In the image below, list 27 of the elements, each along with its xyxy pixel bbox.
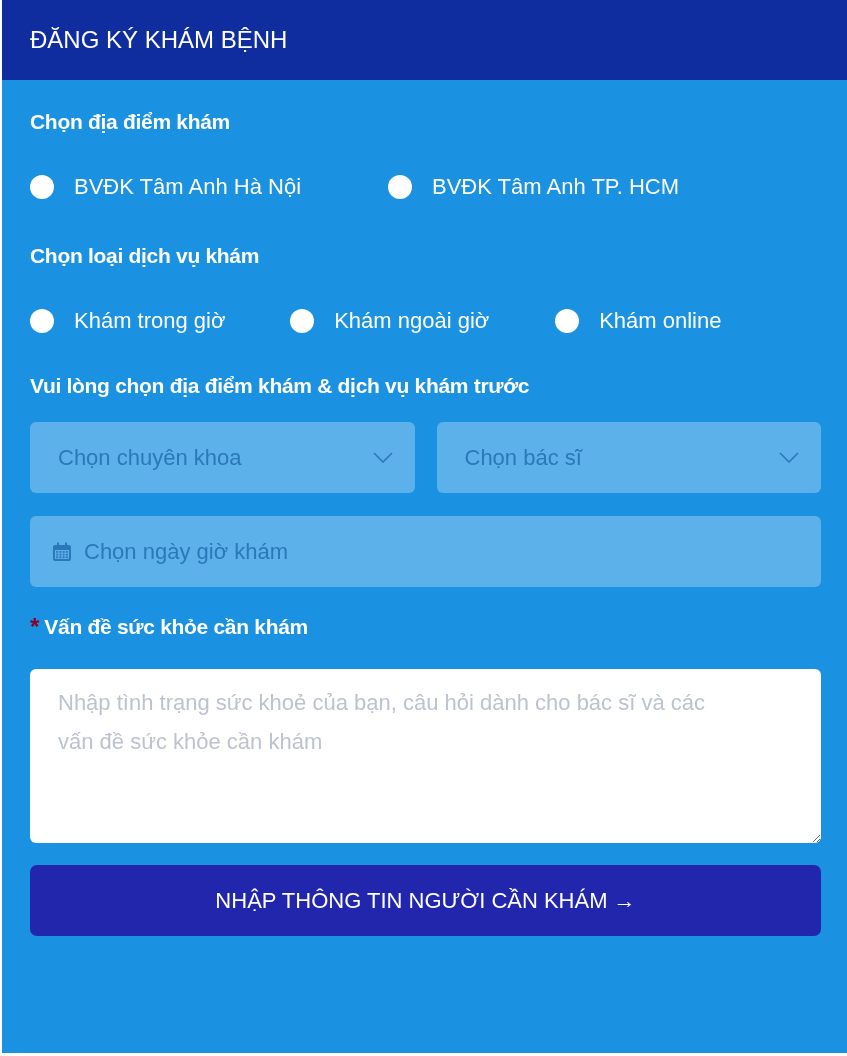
radio-button[interactable] <box>290 309 315 333</box>
select-field[interactable]: Chọn chuyên khoa <box>30 422 415 493</box>
select-placeholder: Chọn bác sĩ <box>464 444 582 471</box>
radio-label[interactable]: BVĐK Tâm Anh Hà Nội <box>74 174 302 200</box>
chevron-down-icon <box>372 452 393 463</box>
radio-button[interactable] <box>388 175 412 199</box>
radio-button[interactable] <box>30 175 54 199</box>
date-placeholder: Chọn ngày giờ khám <box>84 538 288 565</box>
radio-button[interactable] <box>30 309 54 333</box>
section-label: Chọn loại dịch vụ khám <box>30 244 261 268</box>
radio-label[interactable]: Khám trong giờ <box>74 308 226 334</box>
form-title: ĐĂNG KÝ KHÁM BỆNH <box>30 26 288 54</box>
select-field[interactable]: Chọn bác sĩ <box>436 422 821 493</box>
submit-button[interactable]: NHẬP THÔNG TIN NGƯỜI CẦN KHÁM → <box>30 865 821 936</box>
required-mark: * <box>30 615 40 639</box>
chevron-down-icon <box>779 452 799 463</box>
section-label: Chọn địa điểm khám <box>30 110 231 134</box>
health-problem-field[interactable]: Nhập tình trạng sức khoẻ của bạn, câu hỏi dành cho bác sĩ và các vấn đề sức khỏe cần khám <box>30 669 821 843</box>
notice-text: Vui lòng chọn địa điểm khám & dịch vụ khám trước <box>30 374 531 398</box>
radio-label[interactable]: Khám ngoài giờ <box>334 308 490 334</box>
date-field[interactable]: Chọn ngày giờ khám <box>30 516 821 587</box>
radio-label[interactable]: BVĐK Tâm Anh TP. HCM <box>432 174 679 200</box>
select-placeholder: Chọn chuyên khoa <box>58 444 242 471</box>
radio-label[interactable]: Khám online <box>599 308 722 334</box>
field-label: Vấn đề sức khỏe cần khám <box>44 615 308 639</box>
calendar-icon <box>52 541 72 562</box>
radio-button[interactable] <box>555 309 580 333</box>
